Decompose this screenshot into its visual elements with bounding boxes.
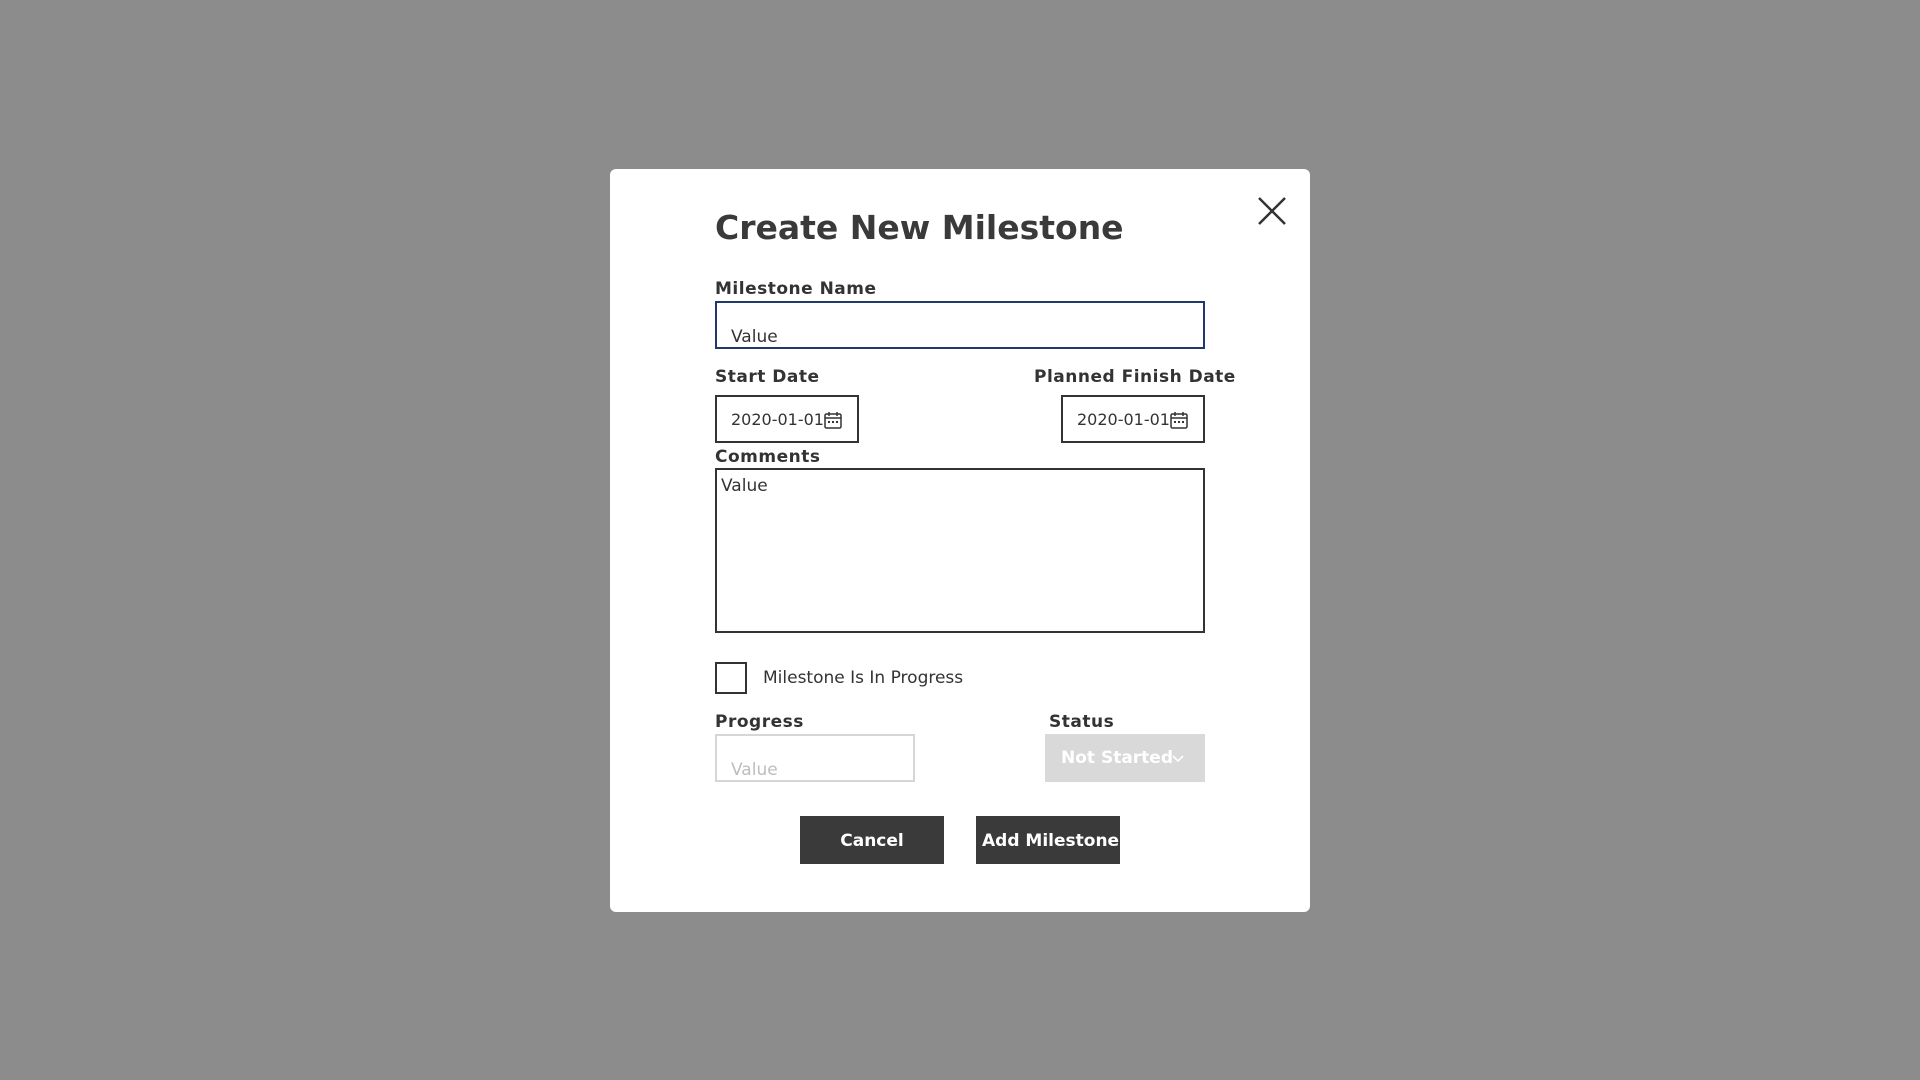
calendar-icon[interactable] [1169, 410, 1189, 430]
cancel-button[interactable]: Cancel [800, 816, 944, 864]
comments-value: Value [721, 476, 768, 496]
planned-finish-date-input[interactable]: 2020-01-01 [1061, 395, 1205, 443]
milestone-name-input[interactable]: Value [715, 301, 1205, 349]
dialog-title: Create New Milestone [715, 208, 1124, 247]
progress-value: Value [731, 760, 778, 780]
progress-label: Progress [715, 712, 804, 732]
status-label: Status [1049, 712, 1115, 732]
add-milestone-button[interactable]: Add Milestone [976, 816, 1120, 864]
planned-finish-date-value: 2020-01-01 [1077, 410, 1170, 429]
status-select: Not Started [1045, 734, 1205, 782]
milestone-name-label: Milestone Name [715, 279, 877, 299]
start-date-input[interactable]: 2020-01-01 [715, 395, 859, 443]
close-button[interactable] [1254, 193, 1290, 229]
comments-textarea[interactable]: Value [715, 468, 1205, 633]
start-date-value: 2020-01-01 [731, 410, 824, 429]
progress-input: Value [715, 734, 915, 782]
planned-finish-date-label: Planned Finish Date [1034, 367, 1236, 387]
chevron-down-icon [1172, 755, 1184, 763]
calendar-icon[interactable] [823, 410, 843, 430]
comments-label: Comments [715, 447, 821, 467]
in-progress-checkbox[interactable] [715, 662, 747, 694]
milestone-name-value: Value [731, 327, 778, 347]
in-progress-label[interactable]: Milestone Is In Progress [763, 667, 963, 689]
start-date-label: Start Date [715, 367, 820, 387]
close-icon[interactable] [1254, 193, 1290, 229]
status-value: Not Started [1061, 748, 1174, 768]
create-milestone-dialog: Create New Milestone Milestone Name Valu… [610, 169, 1310, 912]
